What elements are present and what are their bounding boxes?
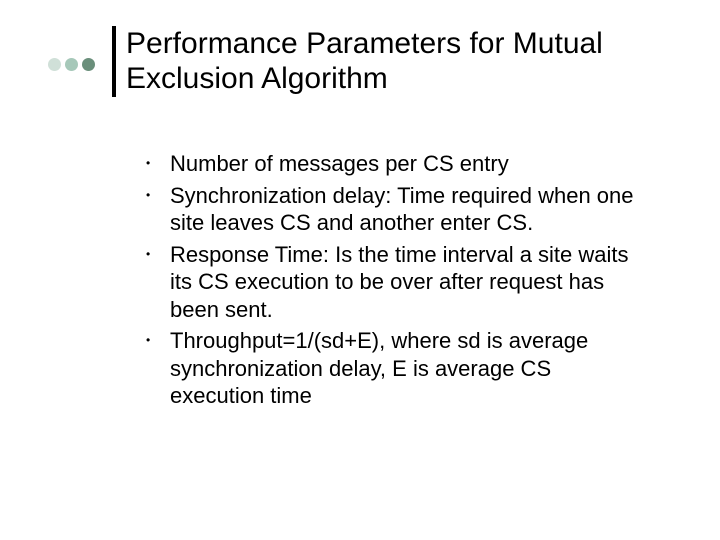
slide-body: Number of messages per CS entry Synchron… — [140, 150, 650, 414]
bullet-list: Number of messages per CS entry Synchron… — [140, 150, 650, 410]
slide: Performance Parameters for Mutual Exclus… — [0, 0, 720, 540]
dot-icon — [82, 58, 95, 71]
slide-title: Performance Parameters for Mutual Exclus… — [126, 26, 646, 97]
title-accent-bar — [112, 26, 116, 97]
title-block: Performance Parameters for Mutual Exclus… — [112, 26, 646, 97]
list-item: Response Time: Is the time interval a si… — [140, 241, 650, 324]
list-item: Synchronization delay: Time required whe… — [140, 182, 650, 237]
list-item: Number of messages per CS entry — [140, 150, 650, 178]
dot-icon — [48, 58, 61, 71]
decorative-dots — [48, 58, 95, 71]
list-item: Throughput=1/(sd+E), where sd is average… — [140, 327, 650, 410]
dot-icon — [65, 58, 78, 71]
